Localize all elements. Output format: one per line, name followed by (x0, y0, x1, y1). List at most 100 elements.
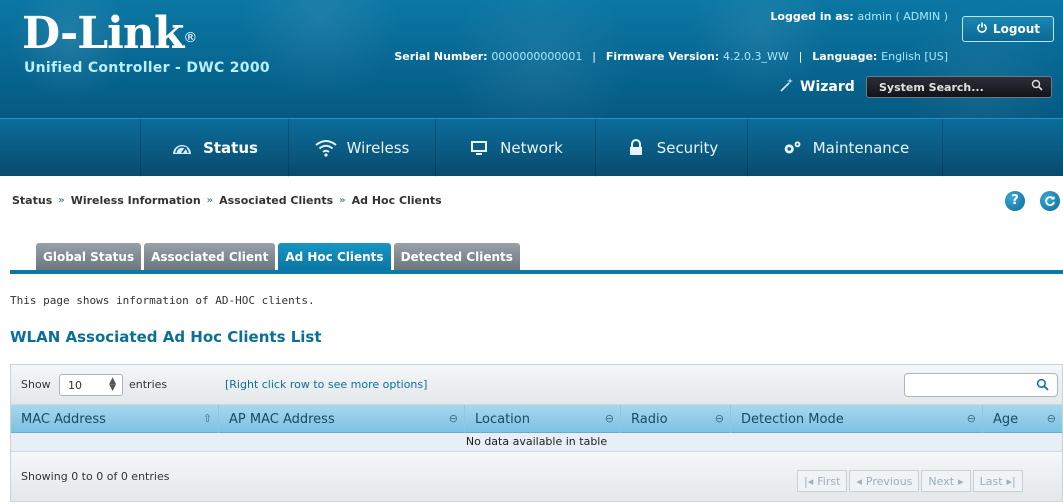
nav-status[interactable]: Status (140, 119, 288, 177)
nav-maintenance[interactable]: Maintenance (747, 119, 943, 177)
column-location[interactable]: Location ⊖ (465, 405, 621, 433)
logout-label: Logout (992, 22, 1040, 36)
breadcrumb-wireless-information[interactable]: Wireless Information (71, 194, 201, 207)
sort-icon: ⊖ (714, 412, 724, 425)
header: D-Link® Unified Controller - DWC 2000 Lo… (0, 0, 1063, 118)
search-icon (1036, 378, 1049, 394)
first-page-button[interactable]: |◂ First (797, 470, 848, 492)
gears-icon (781, 137, 803, 159)
next-icon: ▸ (958, 474, 964, 488)
login-info: Logged in as: admin ( ADMIN ) (0, 10, 948, 23)
clients-table-panel: Show 10 ▲ ▼ entries [Right click row to s… (10, 364, 1063, 502)
nav-security[interactable]: Security (595, 119, 747, 177)
next-label: Next (928, 474, 955, 488)
breadcrumb-associated-clients[interactable]: Associated Clients (219, 194, 333, 207)
column-mac-address[interactable]: MAC Address ⇧ (11, 405, 219, 433)
language-label: Language: (812, 50, 878, 63)
search-icon[interactable] (1031, 79, 1043, 94)
previous-page-button[interactable]: ◂ Previous (849, 470, 920, 492)
language-select[interactable]: English [US] (881, 50, 948, 63)
breadcrumb-ad-hoc-clients: Ad Hoc Clients (351, 193, 442, 207)
nav-wireless[interactable]: Wireless (288, 119, 435, 177)
column-label: MAC Address (21, 411, 106, 427)
logged-in-user: admin ( ADMIN ) (857, 10, 949, 23)
table-search-input[interactable] (904, 373, 1058, 397)
breadcrumb-separator: » (58, 194, 65, 206)
serial-number: 0000000000001 (491, 50, 583, 63)
nav-wireless-label: Wireless (346, 139, 410, 157)
pagination: |◂ First ◂ Previous Next ▸ Last ▸| (797, 470, 1023, 492)
sort-icon: ⊖ (1046, 412, 1056, 425)
main-nav: Status Wireless Network Security Mainten… (0, 118, 1063, 177)
sort-icon: ⊖ (604, 412, 614, 425)
nav-security-label: Security (656, 139, 719, 157)
nav-network[interactable]: Network (435, 119, 595, 177)
nav-maintenance-label: Maintenance (812, 139, 910, 157)
device-info: Serial Number: 0000000000001 | Firmware … (394, 50, 948, 63)
power-icon (976, 22, 988, 37)
show-label: Show (21, 378, 51, 391)
tab-bar: Global Status Associated Client Ad Hoc C… (36, 243, 520, 270)
column-label: Detection Mode (741, 411, 844, 427)
first-label: First (817, 474, 841, 488)
system-search-placeholder: System Search... (879, 80, 984, 94)
nav-network-label: Network (500, 139, 563, 157)
first-icon: |◂ (804, 474, 814, 488)
entries-per-page-select[interactable]: 10 ▲ ▼ (59, 374, 123, 396)
column-detection-mode[interactable]: Detection Mode ⊖ (731, 405, 983, 433)
table-footer: Showing 0 to 0 of 0 entries |◂ First ◂ P… (11, 451, 1062, 501)
entries-value: 10 (68, 378, 82, 392)
column-ap-mac-address[interactable]: AP MAC Address ⊖ (219, 405, 465, 433)
wizard-link[interactable]: Wizard (778, 76, 855, 98)
serial-label: Serial Number: (394, 50, 488, 63)
last-icon: ▸| (1006, 474, 1016, 488)
previous-label: Previous (865, 474, 913, 488)
tab-underline (10, 270, 1063, 274)
breadcrumb-status[interactable]: Status (12, 194, 52, 207)
system-search-input[interactable]: System Search... (866, 76, 1052, 98)
previous-icon: ◂ (856, 474, 862, 488)
sort-ascending-icon: ⇧ (202, 412, 212, 425)
lock-icon (625, 137, 647, 159)
right-click-hint: [Right click row to see more options] (225, 378, 428, 391)
tab-global-status[interactable]: Global Status (36, 243, 142, 270)
column-age[interactable]: Age ⊖ (983, 405, 1062, 433)
last-label: Last (979, 474, 1003, 488)
monitor-icon (468, 137, 490, 159)
registered-mark: ® (183, 30, 197, 46)
column-label: Age (993, 411, 1019, 427)
firmware-label: Firmware Version: (605, 50, 720, 63)
table-header: MAC Address ⇧ AP MAC Address ⊖ Location … (11, 405, 1062, 433)
table-info: Showing 0 to 0 of 0 entries (21, 470, 170, 483)
wifi-icon (314, 137, 337, 159)
tab-detected-clients[interactable]: Detected Clients (393, 243, 520, 270)
list-title: WLAN Associated Ad Hoc Clients List (10, 328, 322, 346)
nav-status-label: Status (203, 139, 258, 157)
column-radio[interactable]: Radio ⊖ (621, 405, 731, 433)
table-controls: Show 10 ▲ ▼ entries [Right click row to s… (11, 365, 1062, 405)
logout-button[interactable]: Logout (962, 16, 1054, 42)
sort-icon: ⊖ (966, 412, 976, 425)
wizard-label: Wizard (800, 79, 855, 95)
dashboard-icon (171, 137, 193, 159)
breadcrumb-separator: » (206, 194, 214, 206)
tab-ad-hoc-clients[interactable]: Ad Hoc Clients (278, 243, 391, 270)
refresh-icon[interactable] (1040, 191, 1060, 211)
column-label: AP MAC Address (229, 411, 335, 427)
stepper-arrows-icon: ▲ ▼ (109, 376, 116, 393)
entries-label: entries (129, 378, 168, 391)
last-page-button[interactable]: Last ▸| (972, 470, 1023, 492)
column-label: Radio (631, 411, 668, 427)
sort-icon: ⊖ (448, 412, 458, 425)
help-icon[interactable]: ? (1005, 191, 1025, 211)
firmware-version: 4.2.0.3_WW (723, 50, 789, 63)
page-description: This page shows information of AD-HOC cl… (10, 294, 315, 307)
wand-icon (778, 77, 794, 97)
tab-associated-client[interactable]: Associated Client (144, 243, 276, 270)
breadcrumb: Status » Wireless Information » Associat… (12, 192, 442, 208)
next-page-button[interactable]: Next ▸ (921, 470, 971, 492)
breadcrumb-separator: » (339, 194, 346, 206)
empty-table-message: No data available in table (11, 433, 1062, 451)
logged-in-label: Logged in as: (770, 10, 854, 23)
column-label: Location (475, 411, 530, 427)
